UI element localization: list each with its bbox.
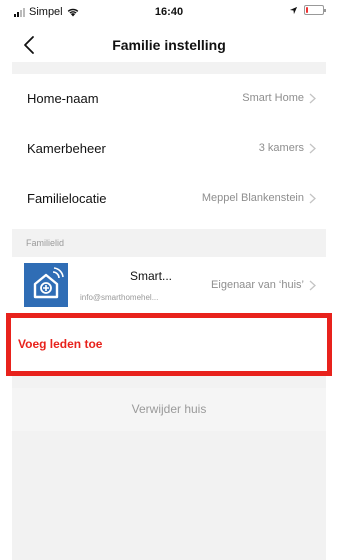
- home-name-row[interactable]: Home-naam Smart Home: [12, 74, 326, 124]
- member-email: info@smarthomehel...: [80, 293, 159, 302]
- family-location-label: Familielocatie: [27, 191, 107, 206]
- section-header-label: Familielid: [26, 238, 65, 248]
- battery-level: [306, 7, 309, 13]
- status-bar: Simpel 16:40: [0, 0, 338, 24]
- family-location-value: Meppel Blankenstein: [201, 192, 304, 204]
- member-row[interactable]: Smart... info@smarthomehel... Eigenaar v…: [12, 257, 326, 314]
- location-arrow-icon: [289, 6, 298, 14]
- status-right: [289, 5, 326, 15]
- home-name-label: Home-naam: [27, 91, 99, 106]
- family-members-section-header: Familielid: [12, 229, 326, 257]
- section-spacer: [12, 376, 326, 388]
- member-name: Smart...: [130, 269, 173, 283]
- delete-home-label: Verwijder huis: [131, 402, 207, 416]
- smart-home-app-icon: [24, 263, 68, 307]
- chevron-right-icon: [309, 143, 316, 154]
- page-title: Familie instelling: [112, 37, 226, 53]
- add-members-button[interactable]: Voeg leden toe: [6, 313, 332, 376]
- nav-bar: Familie instelling: [0, 26, 338, 64]
- family-location-row[interactable]: Familielocatie Meppel Blankenstein: [12, 174, 326, 224]
- status-time: 16:40: [154, 6, 184, 18]
- room-management-label: Kamerbeheer: [27, 141, 106, 156]
- section-spacer: [12, 62, 326, 74]
- member-role: Eigenaar van ‘huis’: [211, 279, 304, 291]
- bottom-empty-area: [12, 431, 326, 560]
- room-management-row[interactable]: Kamerbeheer 3 kamers: [12, 124, 326, 174]
- chevron-right-icon: [309, 193, 316, 204]
- room-count-value: 3 kamers: [258, 142, 304, 154]
- battery-icon: [304, 5, 326, 15]
- delete-home-button[interactable]: Verwijder huis: [12, 388, 326, 431]
- chevron-right-icon: [309, 280, 316, 291]
- add-members-label: Voeg leden toe: [18, 337, 103, 351]
- chevron-right-icon: [309, 93, 316, 104]
- home-name-value: Smart Home: [242, 92, 304, 104]
